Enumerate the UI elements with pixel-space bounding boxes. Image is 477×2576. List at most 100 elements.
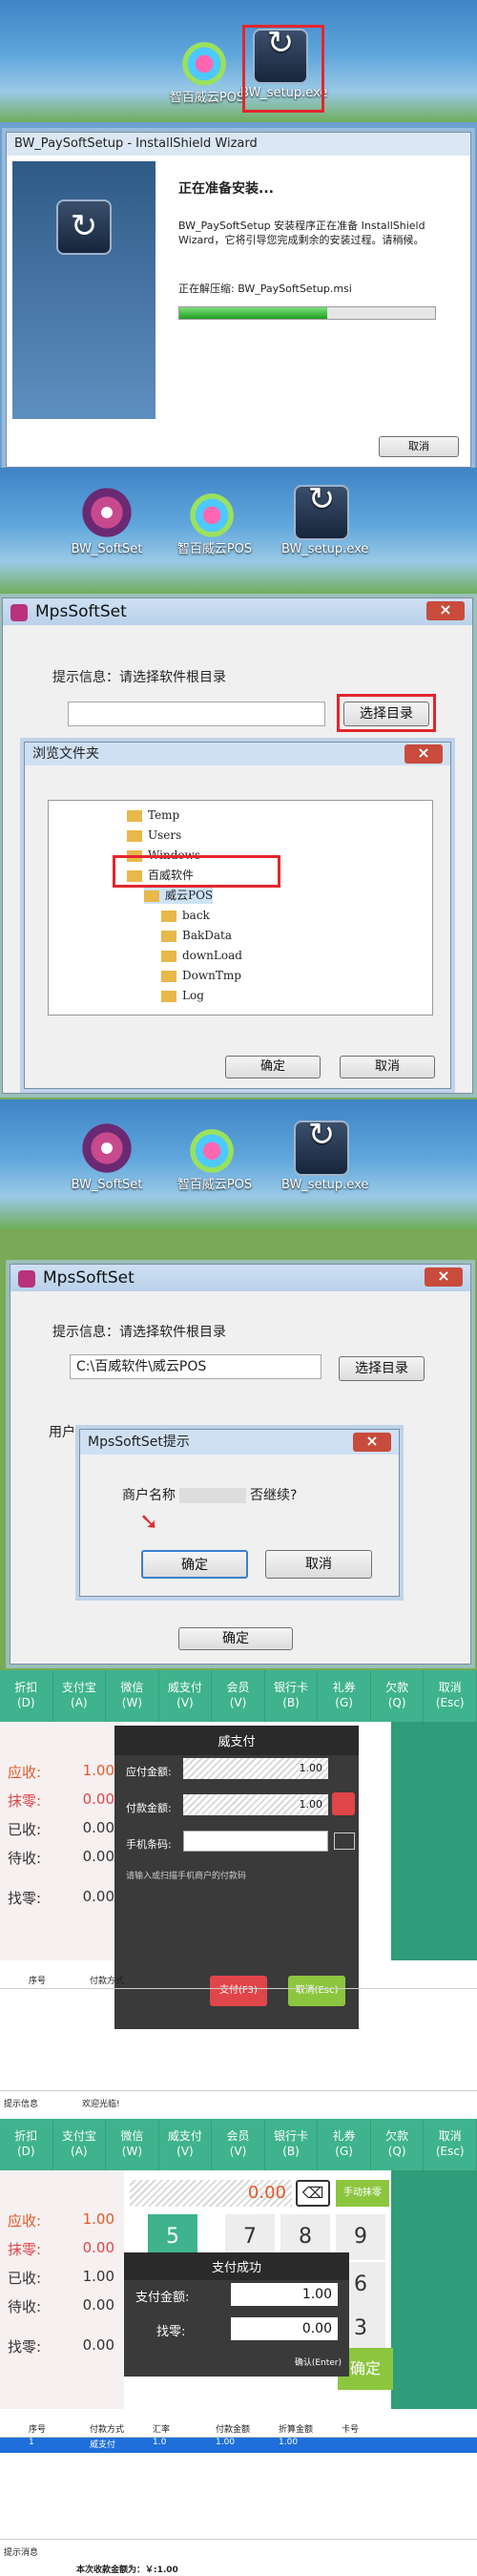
pay-key-label: 礼券 (332, 2129, 356, 2143)
amount-label: 已收: (8, 2270, 42, 2287)
pay-key-shortcut: (Esc) (435, 2145, 465, 2158)
amount-value: 0.00 (82, 1791, 114, 1808)
edit-icon[interactable] (332, 1792, 355, 1815)
path-input[interactable]: C:\百威软件\威云POS (70, 1354, 321, 1379)
pay-key[interactable]: 折扣 (D) (0, 2119, 53, 2170)
desktop-icon-setup[interactable]: BW_setup.exe (281, 485, 368, 556)
pay-key[interactable]: 支付宝 (A) (53, 1670, 107, 1722)
amount-value: 0.00 (82, 1888, 114, 1905)
amount-label: 抹零: (8, 2241, 42, 2258)
folder-item[interactable]: 威云POS (144, 887, 214, 904)
folder-label: 威云POS (165, 889, 214, 902)
softset-icon (79, 485, 135, 540)
pay-key[interactable]: 威支付 (V) (159, 1670, 213, 1722)
table-cell: 1.00 (279, 2438, 299, 2447)
path-input[interactable] (68, 702, 325, 726)
folder-item[interactable]: Temp (127, 806, 179, 824)
masked-name (179, 1488, 246, 1503)
amount-label: 待收: (8, 1850, 42, 1867)
pay-key[interactable]: 威支付 (V) (159, 2119, 213, 2170)
desktop-icon-softset[interactable]: BW_SoftSet (67, 1120, 147, 1192)
folder-label: back (182, 909, 210, 922)
desktop-icon-pos[interactable]: 智百威云POS (175, 485, 255, 556)
amount-label: 应收: (8, 2212, 42, 2230)
pay-key[interactable]: 欠款 (Q) (371, 2119, 425, 2170)
pay-key-label: 威支付 (167, 1681, 202, 1694)
desktop-icon-softset[interactable]: BW_SoftSet (67, 485, 147, 556)
code-input[interactable] (183, 1831, 328, 1852)
amount-label: 找零: (8, 1890, 42, 1907)
side-panel (391, 1722, 477, 1960)
bottom-ok-button[interactable]: 确定 (178, 1627, 293, 1650)
installer-logo-icon (56, 199, 112, 255)
confirm-enter-button[interactable]: 确认(Enter) (295, 2356, 342, 2368)
amount-field: 1.00 (231, 2283, 338, 2306)
cancel-button[interactable]: 取消 (340, 1056, 435, 1079)
install-window: BW_PaySoftSetup - InstallShield Wizard 正… (6, 132, 471, 468)
highlight-box (337, 694, 436, 732)
folder-item[interactable]: back (161, 907, 210, 924)
table-header: 序号 付款方式 (0, 1974, 477, 1989)
pay-key-shortcut: (A) (71, 1696, 88, 1709)
progress-bar (178, 306, 436, 320)
cancel-button[interactable]: 取消 (379, 436, 459, 457)
keyboard-icon[interactable] (334, 1833, 355, 1850)
column-header: 付款金额 (216, 2425, 251, 2435)
folder-tree[interactable]: Temp Users Windows 百威软件 威云POS back BakData down… (48, 800, 433, 1016)
side-panel (391, 2170, 477, 2409)
close-icon[interactable]: × (426, 601, 465, 620)
pos-section-1: 折扣 (D) 支付宝 (A) 微信 (W) 威支付 (V) 会员 (V) 银行卡 (B) 礼券 (G) 欠款… (0, 1670, 477, 2119)
column-header: 汇率 (153, 2425, 171, 2435)
cloud-pos-icon (187, 1120, 242, 1176)
prompt-title: MpsSoftSet提示 (88, 1435, 190, 1450)
pay-key[interactable]: 折扣 (D) (0, 1670, 53, 1722)
folder-icon (161, 950, 176, 962)
close-icon[interactable]: × (353, 1433, 391, 1452)
folder-label: DownTmp (182, 969, 241, 982)
pay-key[interactable]: 银行卡 (B) (265, 1670, 319, 1722)
pay-key[interactable]: 支付宝 (A) (53, 2119, 107, 2170)
backspace-icon[interactable]: ⌫ (296, 2180, 330, 2207)
window-title: BW_PaySoftSetup - InstallShield Wizard (7, 133, 470, 156)
pay-key[interactable]: 银行卡 (B) (265, 2119, 319, 2170)
status-bar: 提示信息 欢迎光临! (0, 2090, 477, 2119)
ok-button[interactable]: 确定 (141, 1550, 248, 1579)
amount-panel (0, 2170, 124, 2409)
folder-item[interactable]: Log (161, 987, 204, 1004)
folder-item[interactable]: downLoad (161, 947, 242, 964)
close-icon[interactable]: × (425, 1267, 463, 1287)
pay-key[interactable]: 欠款 (Q) (371, 1670, 425, 1722)
folder-item[interactable]: BakData (161, 927, 232, 944)
pay-key[interactable]: 微信 (W) (106, 1670, 159, 1722)
pay-key[interactable]: 礼券 (G) (318, 2119, 371, 2170)
folder-icon (127, 809, 142, 822)
pay-key-label: 会员 (226, 1681, 250, 1694)
pay-key-shortcut: (G) (335, 2145, 353, 2158)
close-icon[interactable]: × (404, 744, 443, 764)
pay-key[interactable]: 会员 (V) (212, 1670, 265, 1722)
table-row[interactable]: 1 威支付 1.0 1.00 1.00 (0, 2438, 477, 2453)
payment-keys: 折扣 (D) 支付宝 (A) 微信 (W) 威支付 (V) 会员 (V) 银行卡 (B) 礼券 (G) 欠款… (0, 2119, 477, 2170)
pay-key[interactable]: 取消 (Esc) (424, 1670, 477, 1722)
desktop-icon-pos[interactable]: 智百威云POS (167, 33, 247, 105)
desktop-icon-setup[interactable]: BW_setup.exe (281, 1120, 368, 1192)
pay-key[interactable]: 取消 (Esc) (424, 2119, 477, 2170)
pay-title: 威支付 (114, 1726, 359, 1755)
pay-key-shortcut: (D) (16, 1696, 35, 1709)
pay-key[interactable]: 会员 (V) (212, 2119, 265, 2170)
pay-key[interactable]: 微信 (W) (106, 2119, 159, 2170)
amount-value: 1.00 (82, 1762, 114, 1779)
amount-label: 待收: (8, 2298, 42, 2315)
pay-key[interactable]: 礼券 (G) (318, 1670, 371, 1722)
folder-item[interactable]: DownTmp (161, 967, 241, 984)
due-label: 应付金额: (126, 1766, 172, 1778)
progress-fill (179, 307, 328, 319)
select-dir-button[interactable]: 选择目录 (339, 1356, 425, 1381)
folder-item[interactable]: Users (127, 827, 181, 844)
ok-button[interactable]: 确定 (225, 1056, 321, 1079)
folder-icon (127, 829, 142, 842)
cancel-button[interactable]: 取消 (265, 1550, 372, 1579)
manual-round-button[interactable]: 手动抹零 (336, 2180, 389, 2207)
paid-field[interactable]: 1.00 (183, 1794, 328, 1815)
desktop-icon-pos[interactable]: 智百威云POS (175, 1120, 255, 1192)
